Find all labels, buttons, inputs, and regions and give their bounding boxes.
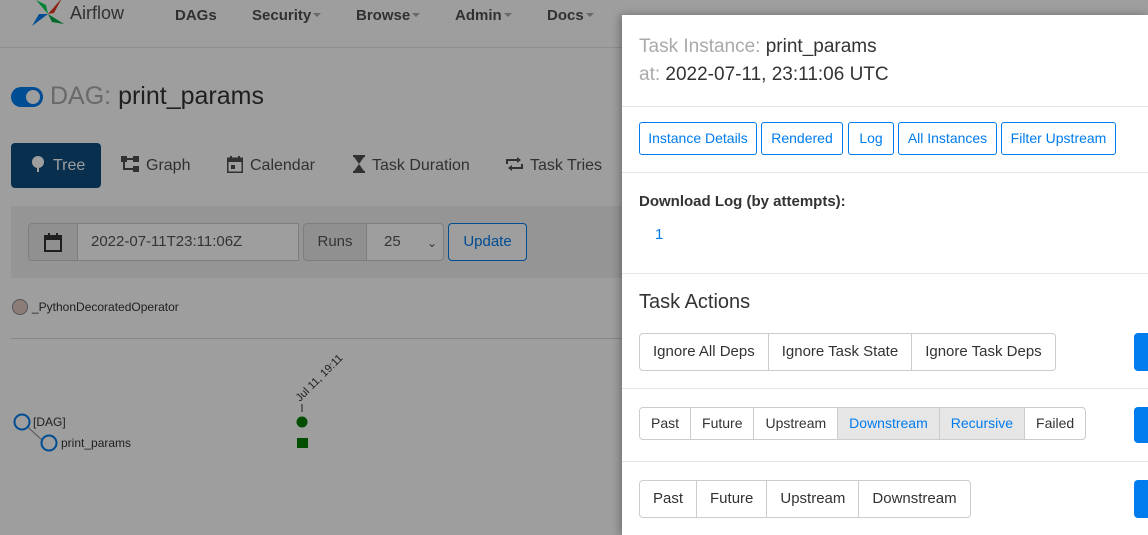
divider — [622, 106, 1148, 107]
clear-button[interactable] — [1134, 407, 1148, 443]
mark-downstream-toggle[interactable]: Downstream — [859, 481, 969, 517]
run-ignore-options: Ignore All Deps Ignore Task State Ignore… — [639, 333, 1056, 371]
ignore-task-deps-button[interactable]: Ignore Task Deps — [912, 334, 1054, 370]
clear-future-toggle[interactable]: Future — [691, 408, 755, 439]
clear-past-toggle[interactable]: Past — [640, 408, 692, 439]
divider — [622, 273, 1148, 274]
all-instances-button[interactable]: All Instances — [898, 122, 997, 155]
filter-upstream-button[interactable]: Filter Upstream — [1001, 122, 1116, 155]
modal-execution-date: at: 2022-07-11, 23:11:06 UTC — [639, 64, 889, 86]
mark-future-toggle[interactable]: Future — [697, 481, 768, 517]
rendered-button[interactable]: Rendered — [761, 122, 843, 155]
task-instance-label: Task Instance: — [639, 36, 761, 57]
execution-date-value: 2022-07-11, 23:11:06 UTC — [665, 64, 889, 85]
download-log-title: Download Log (by attempts): — [639, 193, 846, 210]
mark-past-toggle[interactable]: Past — [640, 481, 698, 517]
divider — [622, 461, 1148, 462]
mark-options: Past Future Upstream Downstream — [639, 480, 971, 518]
task-instance-id: print_params — [765, 36, 877, 57]
clear-recursive-toggle[interactable]: Recursive — [939, 408, 1026, 439]
divider — [622, 172, 1148, 173]
clear-failed-toggle[interactable]: Failed — [1025, 408, 1085, 439]
divider — [622, 388, 1148, 389]
log-button[interactable]: Log — [848, 122, 894, 155]
ignore-all-deps-button[interactable]: Ignore All Deps — [640, 334, 769, 370]
instance-details-button[interactable]: Instance Details — [639, 122, 757, 155]
at-label: at: — [639, 64, 661, 85]
ignore-task-state-button[interactable]: Ignore Task State — [769, 334, 913, 370]
clear-downstream-toggle[interactable]: Downstream — [838, 408, 940, 439]
clear-options: Past Future Upstream Downstream Recursiv… — [639, 407, 1087, 440]
run-button[interactable] — [1134, 333, 1148, 371]
modal-task-title: Task Instance: print_params — [639, 36, 877, 58]
mark-button[interactable] — [1134, 480, 1148, 518]
download-attempt-link[interactable]: 1 — [655, 226, 663, 243]
mark-upstream-toggle[interactable]: Upstream — [767, 481, 860, 517]
task-actions-title: Task Actions — [639, 291, 751, 313]
task-instance-modal: Task Instance: print_params at: 2022-07-… — [622, 15, 1148, 535]
clear-upstream-toggle[interactable]: Upstream — [754, 408, 839, 439]
